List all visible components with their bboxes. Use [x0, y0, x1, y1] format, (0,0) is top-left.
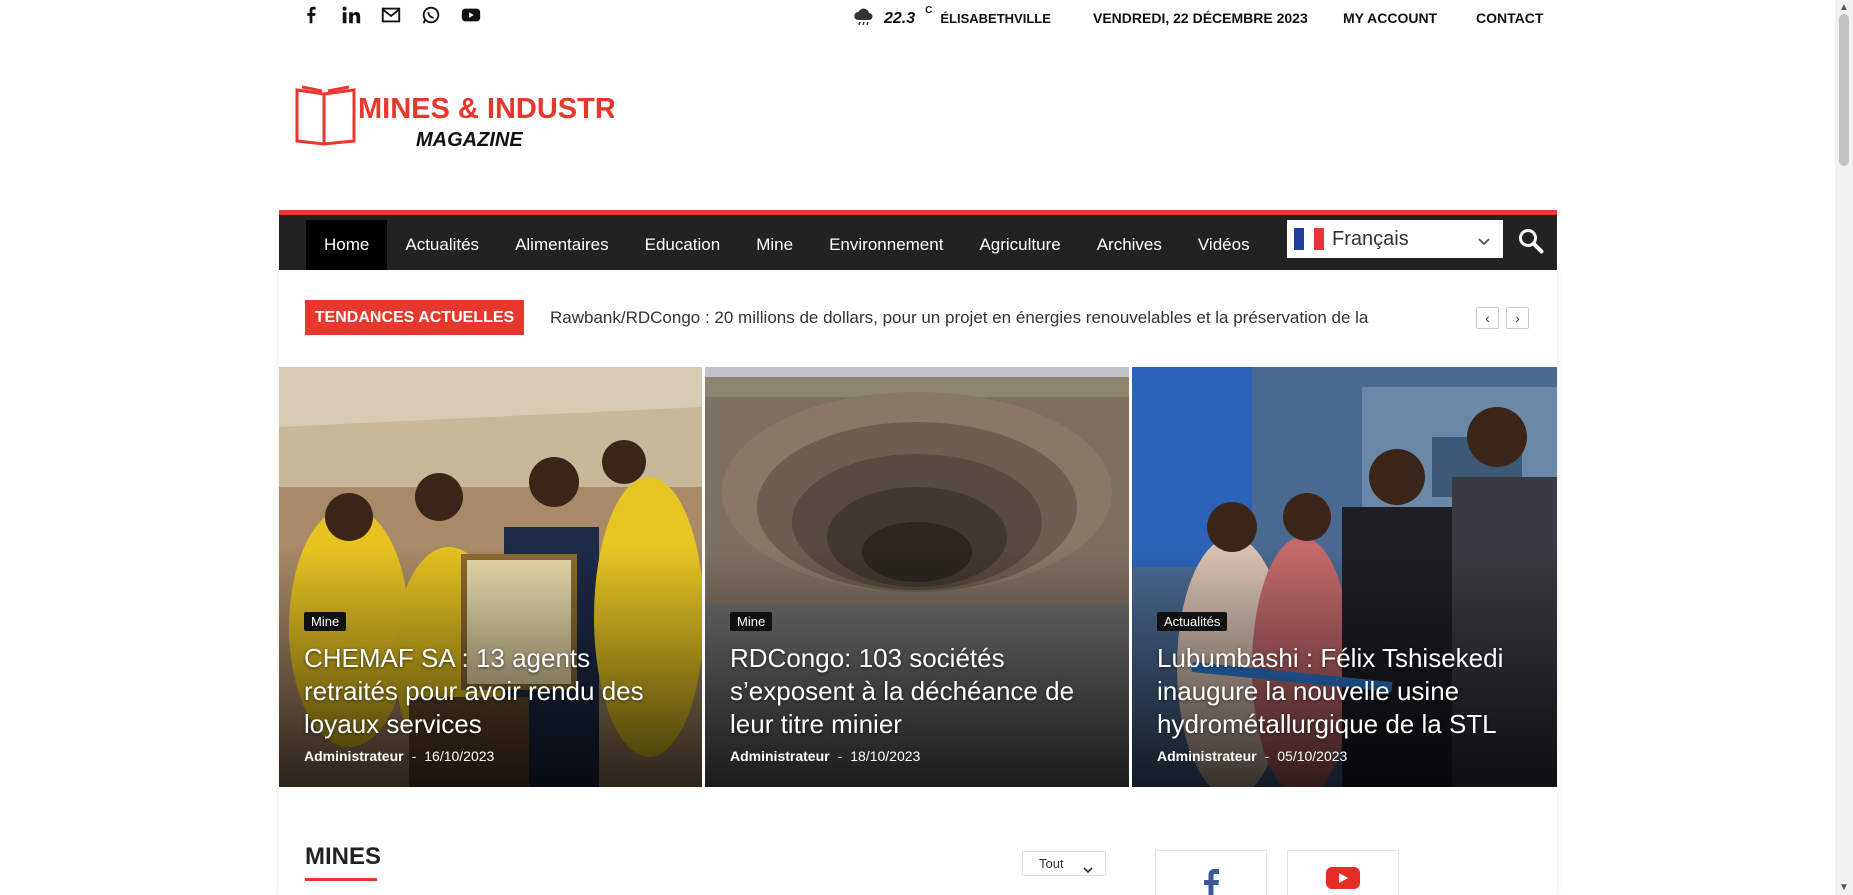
current-date: VENDREDI, 22 DÉCEMBRE 2023	[1093, 10, 1308, 26]
nav-menu: Home Actualités Alimentaires Education M…	[306, 220, 1268, 270]
facebook-icon[interactable]	[300, 4, 322, 26]
featured-card[interactable]: Mine RDCongo: 103 sociétés s’exposent à …	[705, 367, 1129, 787]
weather-city: Élisabethville	[940, 11, 1051, 26]
contact-link[interactable]: CONTACT	[1476, 10, 1543, 26]
nav-item-home[interactable]: Home	[306, 220, 388, 270]
france-flag-icon	[1294, 228, 1324, 250]
page: 22.3 C Élisabethville VENDREDI, 22 DÉCEMB…	[0, 0, 1853, 895]
section-title: MINES	[305, 843, 382, 870]
nav-item-archives[interactable]: Archives	[1079, 220, 1180, 270]
post-meta: Administrateur -05/10/2023	[1157, 748, 1348, 764]
main-nav: Home Actualités Alimentaires Education M…	[279, 210, 1557, 270]
featured-title[interactable]: RDCongo: 103 sociétés s’exposent à la dé…	[730, 642, 1115, 741]
cloud-rain-icon	[852, 6, 876, 31]
featured-title[interactable]: Lubumbashi : Félix Tshisekedi inaugure l…	[1157, 642, 1542, 741]
mail-icon[interactable]	[380, 4, 402, 26]
language-label: Français	[1332, 227, 1409, 250]
chevron-down-icon	[1083, 859, 1093, 874]
category-badge[interactable]: Mine	[304, 612, 347, 631]
nav-item-environnement[interactable]: Environnement	[811, 220, 961, 270]
featured-title[interactable]: CHEMAF SA : 13 agents retraités pour avo…	[304, 642, 689, 741]
weather-widget: 22.3 C Élisabethville	[852, 5, 1051, 31]
category-badge[interactable]: Actualités	[1157, 612, 1228, 631]
nav-item-alimentaires[interactable]: Alimentaires	[497, 220, 627, 270]
post-date: 18/10/2023	[850, 748, 921, 764]
logo-text-line2: MAGAZINE	[416, 129, 523, 149]
nav-item-videos[interactable]: Vidéos	[1180, 220, 1268, 270]
post-author[interactable]: Administrateur	[304, 748, 404, 764]
post-date: 16/10/2023	[424, 748, 495, 764]
nav-item-mine[interactable]: Mine	[738, 220, 811, 270]
featured-card[interactable]: Mine CHEMAF SA : 13 agents retraités pou…	[279, 367, 702, 787]
whatsapp-icon[interactable]	[420, 4, 442, 26]
linkedin-icon[interactable]	[340, 4, 362, 26]
chevron-down-icon	[1477, 232, 1491, 246]
trending-next-button[interactable]: ›	[1506, 307, 1529, 329]
featured-card[interactable]: Actualités Lubumbashi : Félix Tshisekedi…	[1132, 367, 1557, 787]
site-logo[interactable]: MINES & INDUSTRIES MAGAZINE	[294, 84, 663, 151]
trending-headline[interactable]: Rawbank/RDCongo : 20 millions de dollars…	[550, 308, 1410, 328]
page-scrollbar[interactable]: ▲ ▼	[1835, 0, 1853, 895]
logo-text-line1: MINES & INDUSTRIES	[358, 93, 614, 125]
post-meta: Administrateur -16/10/2023	[304, 748, 495, 764]
post-author[interactable]: Administrateur	[1157, 748, 1257, 764]
filter-label: Tout	[1039, 856, 1064, 871]
scrollbar-thumb[interactable]	[1839, 14, 1849, 166]
nav-item-agriculture[interactable]: Agriculture	[961, 220, 1078, 270]
facebook-icon	[1199, 865, 1223, 895]
nav-item-education[interactable]: Education	[627, 220, 739, 270]
nav-item-actualites[interactable]: Actualités	[387, 220, 497, 270]
language-select[interactable]: Français	[1287, 220, 1503, 258]
search-icon[interactable]	[1517, 227, 1545, 255]
post-author[interactable]: Administrateur	[730, 748, 830, 764]
section-underline	[305, 878, 377, 881]
category-badge[interactable]: Mine	[730, 612, 773, 631]
scroll-down-icon[interactable]: ▼	[1839, 882, 1849, 893]
category-filter-select[interactable]: Tout	[1022, 851, 1106, 876]
post-date: 05/10/2023	[1277, 748, 1348, 764]
post-meta: Administrateur -18/10/2023	[730, 748, 921, 764]
my-account-link[interactable]: MY ACCOUNT	[1343, 10, 1437, 26]
scroll-up-icon[interactable]: ▲	[1839, 2, 1849, 13]
weather-unit: C	[925, 5, 933, 16]
youtube-icon	[1326, 865, 1360, 895]
trending-label: TENDANCES ACTUELLES	[305, 300, 524, 335]
youtube-follow-box[interactable]	[1287, 850, 1399, 895]
top-bar: 22.3 C Élisabethville VENDREDI, 22 DÉCEMB…	[0, 0, 1835, 36]
youtube-icon[interactable]	[460, 4, 482, 26]
weather-temp: 22.3	[884, 9, 916, 27]
trending-prev-button[interactable]: ‹	[1476, 307, 1499, 329]
facebook-follow-box[interactable]	[1155, 850, 1267, 895]
social-links	[300, 4, 482, 26]
